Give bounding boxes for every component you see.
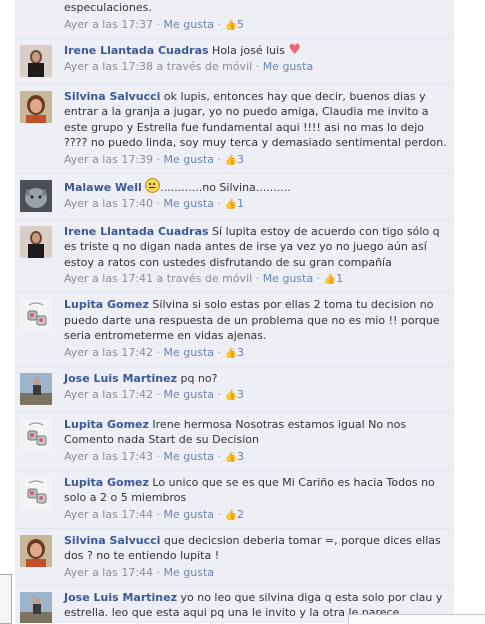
like-link[interactable]: Me gusta [263, 60, 314, 73]
comment-author[interactable]: Irene Llantada Cuadras [64, 44, 209, 57]
like-count[interactable]: 👍1 [225, 197, 244, 210]
comment-meta: Ayer a las 17:39 · Me gusta · 👍3 [64, 152, 244, 166]
like-count[interactable]: 👍5 [225, 18, 244, 31]
comment-text: Hola josé luis [212, 43, 285, 57]
comment-time[interactable]: Ayer a las 17:40 [64, 197, 153, 210]
comment-item: Silvina Salvucci ok lupis, entonces hay … [15, 83, 454, 173]
avatar[interactable] [20, 534, 52, 567]
comment-text: pq no? [180, 371, 218, 385]
comment-author[interactable]: Malawe Well [64, 181, 142, 194]
like-count[interactable]: 👍3 [225, 450, 244, 463]
comment-item: Malawe Well ............no Silvina......… [15, 172, 454, 219]
like-link[interactable]: Me gusta [164, 197, 215, 210]
like-link[interactable]: Me gusta [164, 18, 215, 31]
comment-author[interactable]: Silvina Salvucci [64, 90, 160, 103]
scroll-edge [0, 574, 12, 624]
comment-author[interactable]: Lupita Gomez [64, 298, 149, 311]
comment-author[interactable]: Silvina Salvucci [64, 534, 160, 547]
like-count[interactable]: 👍2 [225, 508, 244, 521]
thumbs-up-icon: 👍 [224, 451, 237, 463]
like-link[interactable]: Me gusta [164, 388, 215, 401]
comment-meta: Ayer a las 17:44 · Me gusta [64, 565, 215, 579]
comment-via: a través de móvil [156, 272, 253, 285]
comment-time[interactable]: Ayer a las 17:39 [64, 153, 153, 166]
comment-meta: Ayer a las 17:40 · Me gusta · 👍1 [64, 197, 244, 210]
comment-author[interactable]: Irene Llantada Cuadras [64, 225, 209, 238]
comment-item: Lupita Gomez Lo unico que se es que Mi C… [15, 469, 454, 528]
comment-author[interactable]: Lupita Gomez [64, 476, 149, 489]
comment-meta: Ayer a las 17:38 a través de móvil · Me … [64, 60, 314, 73]
avatar[interactable] [20, 476, 52, 509]
thumbs-up-icon: 👍 [323, 274, 337, 285]
like-link[interactable]: Me gusta [164, 508, 215, 521]
like-link[interactable]: Me gusta [263, 272, 314, 285]
comment-item: Lupita Gomez Silvina si solo estas por e… [15, 292, 454, 366]
like-link[interactable]: Me gusta [164, 346, 215, 359]
comment-time[interactable]: Ayer a las 17:42 [64, 388, 153, 401]
comment-item: Silvina Salvucci que decicsion deberia t… [15, 527, 454, 585]
comment-meta: Ayer a las 17:42 · Me gusta · 👍3 [64, 345, 244, 359]
like-count[interactable]: 👍1 [324, 272, 343, 285]
comment-text: ............no Silvina.......... [160, 180, 291, 194]
avatar[interactable] [20, 179, 52, 212]
avatar[interactable] [20, 591, 52, 623]
like-link[interactable]: Me gusta [164, 153, 215, 166]
comment-meta: Ayer a las 17:44 · Me gusta · 👍2 [64, 507, 244, 521]
thumbs-up-icon: 👍 [224, 347, 237, 359]
comment-time[interactable]: Ayer a las 17:38 [64, 60, 153, 73]
like-count[interactable]: 👍3 [225, 388, 244, 401]
thumbs-up-icon: 👍 [224, 390, 237, 401]
comment-meta: Ayer a las 17:41 a través de móvil · Me … [64, 272, 344, 285]
comment-meta: Ayer a las 17:37 · Me gusta · 👍5 [64, 17, 244, 31]
comment-item: especulaciones. Ayer a las 17:37 · Me gu… [15, 0, 454, 38]
comment-time[interactable]: Ayer a las 17:37 [64, 18, 153, 31]
comment-meta: Ayer a las 17:42 · Me gusta · 👍3 [64, 388, 244, 401]
comment-time[interactable]: Ayer a las 17:44 [64, 566, 153, 579]
thumbs-up-icon: 👍 [224, 19, 237, 31]
avatar[interactable] [20, 90, 52, 123]
thumbs-up-icon: 👍 [224, 509, 237, 521]
comment-text: especulaciones. [64, 1, 152, 14]
sad-face-emoji-icon [145, 177, 161, 193]
comment-item: Lupita Gomez Irene hermosa Nosotras esta… [15, 411, 454, 470]
comment-item: Irene Llantada Cuadras Sí lupita estoy d… [15, 218, 454, 293]
comment-item: Jose Luis Martinez pq no? Ayer a las 17:… [15, 365, 454, 412]
comment-time[interactable]: Ayer a las 17:44 [64, 508, 153, 521]
avatar[interactable] [20, 372, 52, 405]
comment-author[interactable]: Lupita Gomez [64, 418, 149, 431]
thumbs-up-icon: 👍 [224, 154, 237, 166]
avatar[interactable] [20, 418, 52, 451]
heart-emoji-icon: ♥ [288, 41, 302, 58]
avatar[interactable] [20, 299, 52, 331]
like-link[interactable]: Me gusta [164, 450, 215, 463]
comment-time[interactable]: Ayer a las 17:41 [64, 272, 153, 285]
comment-author[interactable]: Jose Luis Martinez [64, 591, 177, 604]
thumbs-up-icon: 👍 [224, 199, 237, 210]
comment-meta: Ayer a las 17:43 · Me gusta · 👍3 [64, 449, 244, 463]
avatar[interactable] [20, 44, 52, 77]
comment-time[interactable]: Ayer a las 17:42 [64, 346, 153, 359]
comment-author[interactable]: Jose Luis Martinez [64, 372, 177, 385]
comment-feed: especulaciones. Ayer a las 17:37 · Me gu… [15, 0, 454, 623]
like-link[interactable]: Me gusta [164, 566, 215, 579]
avatar[interactable] [20, 225, 52, 258]
like-count[interactable]: 👍3 [225, 346, 244, 359]
comment-item: Irene Llantada Cuadras Hola josé luis ♥ … [15, 37, 454, 84]
comment-time[interactable]: Ayer a las 17:43 [64, 450, 153, 463]
like-count[interactable]: 👍3 [225, 153, 244, 166]
comment-via: a través de móvil [156, 60, 253, 73]
